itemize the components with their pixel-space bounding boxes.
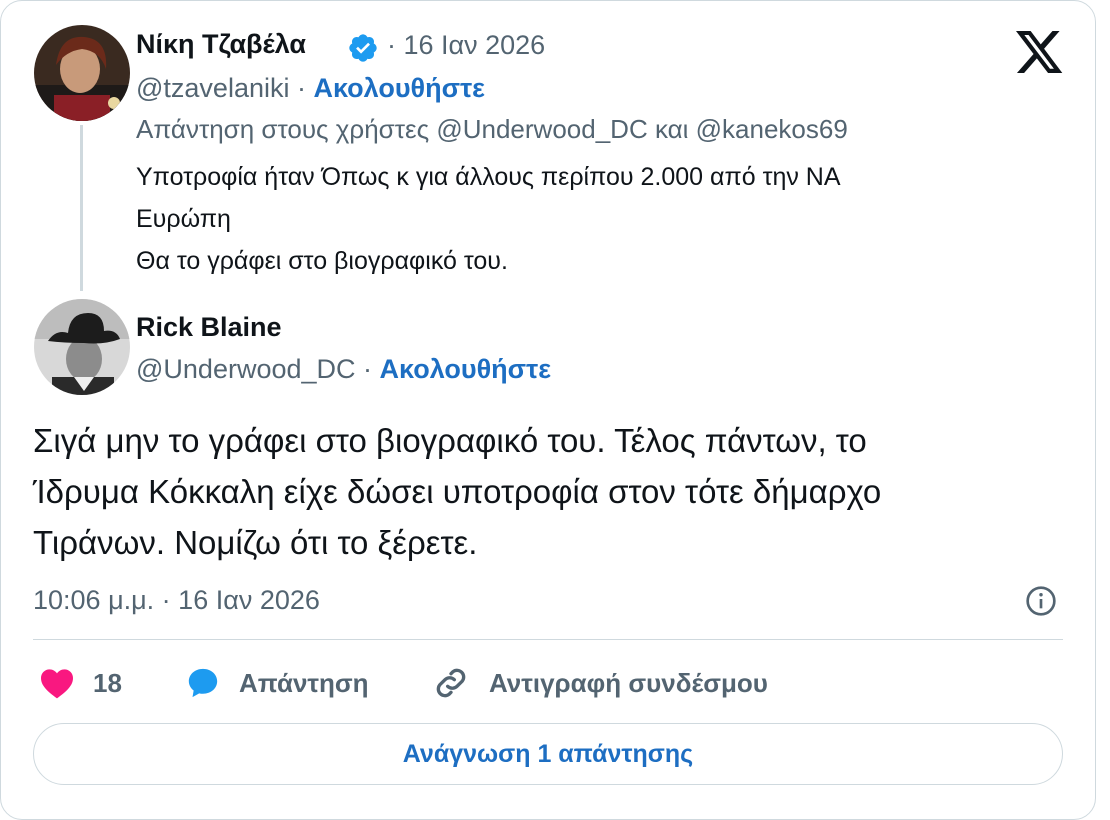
separator-dot: · xyxy=(363,354,373,384)
verified-badge-icon xyxy=(349,34,377,62)
info-icon[interactable] xyxy=(1025,585,1057,617)
thread-connector-line xyxy=(80,125,83,291)
main-text-line: Τιράνων. Νομίζω ότι το ξέρετε. xyxy=(33,524,478,561)
main-handle-row: @Underwood_DC · Ακολουθήστε xyxy=(136,354,551,385)
quoted-tweet-date[interactable]: · 16 Ιαν 2026 xyxy=(387,30,545,61)
reply-to-line[interactable]: Απάντηση στους χρήστες @Underwood_DC και… xyxy=(136,114,848,145)
main-text-line: Σιγά μην το γράφει στο βιογραφικό του. Τ… xyxy=(33,422,867,459)
reply-bubble-icon xyxy=(188,668,218,698)
follow-button-niki[interactable]: Ακολουθήστε xyxy=(314,73,485,103)
quoted-handle-row: @tzavelaniki · Ακολουθήστε xyxy=(136,73,485,104)
quoted-text-line: Ευρώπη xyxy=(136,205,231,233)
niki-avatar[interactable] xyxy=(34,25,130,121)
follow-button-rick[interactable]: Ακολουθήστε xyxy=(380,354,551,384)
like-count: 18 xyxy=(93,667,122,698)
rick-avatar[interactable] xyxy=(34,299,130,395)
link-icon xyxy=(436,668,466,698)
reply-label: Απάντηση xyxy=(239,667,369,698)
separator-dot: · xyxy=(297,73,306,103)
reply-button[interactable]: Απάντηση xyxy=(185,663,369,703)
read-replies-button[interactable]: Ανάγνωση 1 απάντησης xyxy=(33,723,1063,785)
tweet-timestamp[interactable]: 10:06 μ.μ. · 16 Ιαν 2026 xyxy=(33,585,320,616)
read-replies-label: Ανάγνωση 1 απάντησης xyxy=(402,739,694,768)
like-button[interactable]: 18 xyxy=(39,663,122,703)
divider xyxy=(33,639,1063,640)
quoted-handle[interactable]: @tzavelaniki xyxy=(136,73,289,103)
quoted-tweet-text: Υποτροφία ήταν Όπως κ για άλλους περίπου… xyxy=(136,156,1036,282)
quoted-author-name[interactable]: Νίκη Τζαβέλα xyxy=(136,29,306,60)
main-handle[interactable]: @Underwood_DC xyxy=(136,354,356,384)
heart-icon xyxy=(41,669,73,699)
main-author-name[interactable]: Rick Blaine xyxy=(136,312,282,343)
copy-link-label: Αντιγραφή συνδέσμου xyxy=(489,667,768,698)
main-text-line: Ίδρυμα Κόκκαλη είχε δώσει υποτροφία στον… xyxy=(33,473,882,510)
x-logo-icon[interactable] xyxy=(1016,31,1064,75)
main-tweet-text: Σιγά μην το γράφει στο βιογραφικό του. Τ… xyxy=(33,415,1073,568)
quoted-text-line: Υποτροφία ήταν Όπως κ για άλλους περίπου… xyxy=(136,163,841,191)
tweet-embed-card: Νίκη Τζαβέλα · 16 Ιαν 2026 @tzavelaniki … xyxy=(0,0,1096,820)
quoted-text-line: Θα το γράφει στο βιογραφικό του. xyxy=(136,247,508,275)
copy-link-button[interactable]: Αντιγραφή συνδέσμου xyxy=(431,663,768,703)
